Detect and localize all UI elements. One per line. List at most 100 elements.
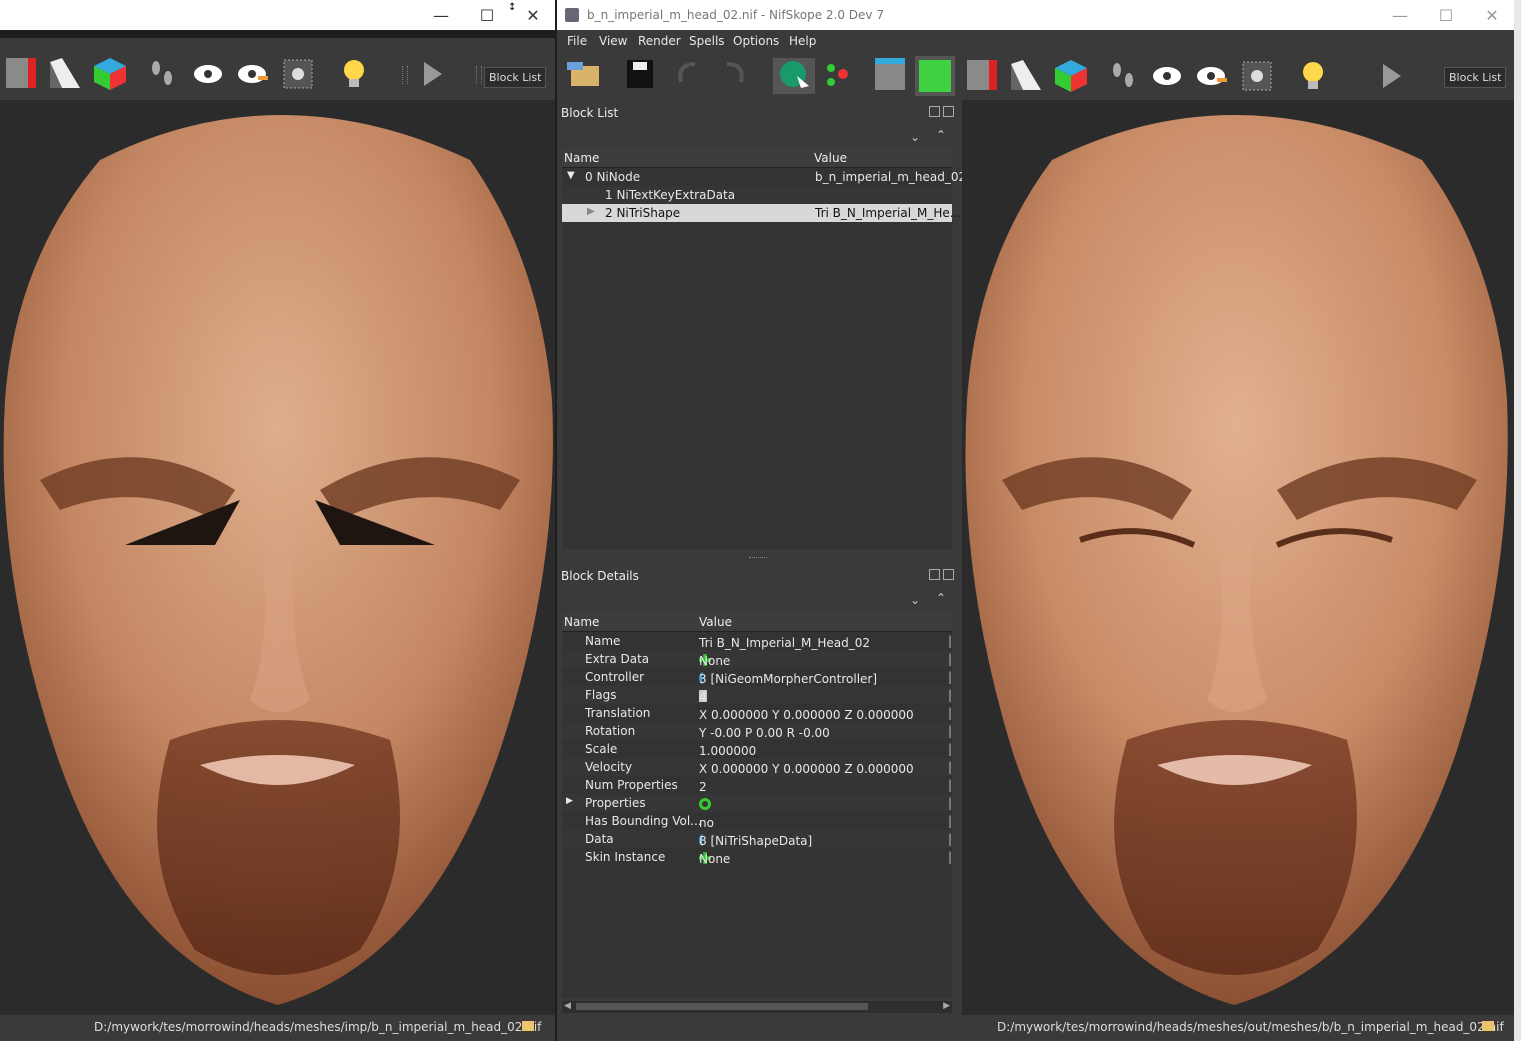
detail-value-text: 2 [699,780,707,794]
detail-row[interactable]: Num Properties 2 | [562,776,952,794]
close-button[interactable]: ✕ [1469,0,1515,30]
view-wall-icon[interactable] [50,58,80,88]
block-details-panel: Block Details ⌄ ⌃ Name Value Name Tri B_N… [557,563,962,1015]
eye-edit-icon[interactable] [238,65,268,83]
undo-icon[interactable] [678,62,696,83]
detail-row[interactable]: Translation X 0.000000 Y 0.000000 Z 0.000… [562,704,952,722]
panel-splitter[interactable] [557,555,962,563]
expand-all-icon[interactable]: ⌄ [910,130,920,144]
row-edge-marker: | [948,724,953,738]
eye-icon[interactable] [194,65,222,83]
menu-help[interactable]: Help [789,34,816,48]
save-icon[interactable] [627,60,653,88]
menu-view[interactable]: View [599,34,627,48]
play-icon[interactable] [424,62,442,86]
detail-row[interactable]: Extra Data None | [562,650,952,668]
float-panel-icon[interactable] [929,106,940,117]
maximize-button[interactable]: ☐ [464,0,510,30]
left-3d-viewport[interactable] [0,100,555,1015]
expand-arrow-icon[interactable]: ▶ [566,796,573,806]
view-box-red-icon[interactable] [6,58,36,88]
detail-row[interactable]: Rotation Y -0.00 P 0.00 R -0.00 | [562,722,952,740]
footsteps-icon[interactable] [152,61,172,85]
toolbar-separator [476,66,482,84]
detail-row[interactable]: ▶ Properties | [562,794,952,812]
detail-row[interactable]: Skin Instance None | [562,848,952,866]
right-3d-viewport[interactable] [962,100,1514,1015]
detail-name: Rotation [585,724,636,738]
float-panel-icon[interactable] [929,569,940,580]
detail-value-text: Tri B_N_Imperial_M_Head_02 [699,636,871,650]
screenshot-icon[interactable] [283,59,313,89]
left-window-titlebar: — ☐ ✕ [0,0,555,30]
view-gray-cube-icon[interactable] [875,58,905,90]
tree-row[interactable]: ▼ 0 NiNode b_n_imperial_m_head_02 [562,168,966,186]
redo-icon[interactable] [726,62,744,83]
minimize-button[interactable]: — [1377,0,1423,30]
left-toolbar-icons [6,58,442,90]
eye-icon[interactable] [1153,67,1181,85]
open-file-icon[interactable] [567,62,599,86]
menu-options[interactable]: Options [733,34,779,48]
folder-icon[interactable] [1482,1021,1494,1031]
row-edge-marker: | [948,742,953,756]
minimize-button[interactable]: — [418,0,464,30]
view-box-red-icon[interactable] [967,60,997,90]
detail-row[interactable]: Scale 1.000000 | [562,740,952,758]
detail-name: Scale [585,742,618,756]
block-list-toggle[interactable]: Block List [1444,67,1507,88]
detail-row[interactable]: Flags 4 | [562,686,952,704]
header-name[interactable]: Name [564,151,599,165]
header-value[interactable]: Value [699,615,732,629]
close-panel-icon[interactable] [943,106,954,117]
detail-row[interactable]: Controller 3 [NiGeomMorpherController] | [562,668,952,686]
expand-arrow-icon[interactable]: ▶ [587,206,595,217]
close-panel-icon[interactable] [943,569,954,580]
menu-render[interactable]: Render [638,34,681,48]
detail-row[interactable]: Velocity X 0.000000 Y 0.000000 Z 0.000000… [562,758,952,776]
header-value[interactable]: Value [814,151,847,165]
header-name[interactable]: Name [564,615,599,629]
detail-value-text: X 0.000000 Y 0.000000 Z 0.000000 [699,762,914,776]
menu-bar: File View Render Spells Options Help [557,30,1521,52]
left-status-bar: D:/mywork/tes/morrowind/heads/meshes/imp… [0,1015,555,1041]
play-icon[interactable] [1383,64,1401,88]
tree-row-selected[interactable]: ▶ 2 NiTriShape Tri B_N_Imperial_M_He... [562,204,961,222]
select-vertex-icon[interactable] [827,64,848,86]
block-name: 0 NiNode [585,170,641,184]
refresh-icon[interactable] [699,798,711,810]
close-button[interactable]: ✕ [510,0,556,30]
screenshot-icon[interactable] [1242,61,1272,91]
head-model-right [965,115,1508,1005]
detail-row[interactable]: Has Bounding Vol... no | [562,812,952,830]
menu-file[interactable]: File [567,34,587,48]
detail-value-text: 8 [NiTriShapeData] [699,834,813,848]
eye-edit-icon[interactable] [1197,67,1227,85]
file-path: D:/mywork/tes/morrowind/heads/meshes/out… [997,1020,1504,1034]
expand-arrow-icon[interactable]: ▼ [567,170,575,181]
detail-value-text: None [699,852,731,866]
detail-row[interactable]: Data 8 [NiTriShapeData] | [562,830,952,848]
folder-icon[interactable] [522,1021,534,1031]
view-wall-icon[interactable] [1011,60,1041,90]
collapse-all-icon[interactable]: ⌃ [936,591,946,605]
footsteps-icon[interactable] [1113,63,1133,87]
view-cube-icon[interactable] [1055,60,1087,92]
block-value: Tri B_N_Imperial_M_He... [815,206,962,220]
light-bulb-icon[interactable] [344,60,364,87]
maximize-button[interactable]: ☐ [1423,0,1469,30]
horizontal-scrollbar[interactable]: ◀ ▶ [562,1001,952,1013]
detail-value-text: X 0.000000 Y 0.000000 Z 0.000000 [699,708,914,722]
right-edge-strip [1514,0,1521,1041]
menu-spells[interactable]: Spells [689,34,725,48]
block-list-toggle[interactable]: Block List [484,67,547,88]
view-green-cube-icon[interactable] [919,60,951,92]
tree-row[interactable]: 1 NiTextKeyExtraData [562,186,952,204]
main-toolbar-icons [567,56,1401,96]
collapse-all-icon[interactable]: ⌃ [936,128,946,142]
view-cube-icon[interactable] [94,58,126,90]
light-bulb-icon[interactable] [1303,62,1323,89]
detail-row[interactable]: Name Tri B_N_Imperial_M_Head_02 | [562,632,952,650]
block-name: 1 NiTextKeyExtraData [605,188,736,202]
expand-all-icon[interactable]: ⌄ [910,593,920,607]
